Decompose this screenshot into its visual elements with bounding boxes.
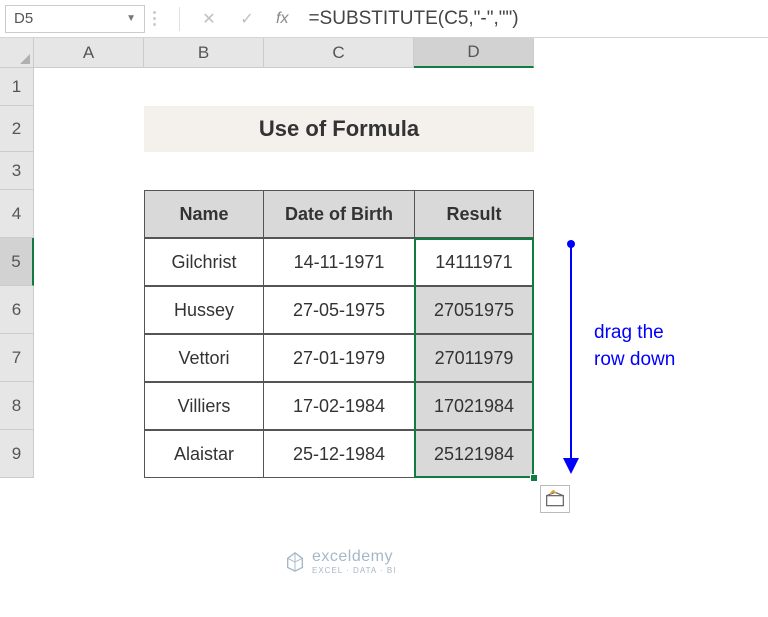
- watermark-icon: [284, 551, 306, 573]
- row-header-5[interactable]: 5: [0, 238, 34, 286]
- cell-d8[interactable]: 17021984: [414, 382, 534, 430]
- name-box-value: D5: [14, 10, 33, 27]
- cell-c7[interactable]: 27-01-1979: [263, 334, 415, 382]
- title-cell[interactable]: Use of Formula: [144, 106, 534, 152]
- watermark: exceldemy EXCEL · DATA · BI: [284, 548, 396, 575]
- fill-handle[interactable]: [530, 474, 538, 482]
- header-dob[interactable]: Date of Birth: [263, 190, 415, 238]
- cell-c5[interactable]: 14-11-1971: [263, 238, 415, 286]
- formula-bar: D5 ▼ ✕ ✓ fx =SUBSTITUTE(C5,"-",""): [0, 0, 768, 38]
- col-header-c[interactable]: C: [264, 38, 414, 68]
- dots-handle-icon[interactable]: [153, 5, 161, 33]
- formula-input[interactable]: =SUBSTITUTE(C5,"-",""): [298, 8, 763, 30]
- watermark-title: exceldemy: [312, 548, 396, 566]
- arrow-down-icon: [556, 236, 586, 478]
- cell-d6[interactable]: 27051975: [414, 286, 534, 334]
- cancel-icon[interactable]: ✕: [194, 5, 224, 33]
- fx-icon[interactable]: fx: [276, 10, 288, 28]
- row-header-3[interactable]: 3: [0, 152, 34, 190]
- grid-canvas[interactable]: Use of Formula Name Date of Birth Result…: [34, 68, 768, 608]
- cell-d9[interactable]: 25121984: [414, 430, 534, 478]
- col-header-d[interactable]: D: [414, 38, 534, 68]
- cell-c9[interactable]: 25-12-1984: [263, 430, 415, 478]
- row-header-1[interactable]: 1: [0, 68, 34, 106]
- annotation-line1: drag the: [594, 322, 664, 343]
- row-header-4[interactable]: 4: [0, 190, 34, 238]
- cell-d5[interactable]: 14111971: [414, 238, 534, 286]
- annotation-text: drag the row down: [594, 320, 675, 373]
- header-name[interactable]: Name: [144, 190, 264, 238]
- row-header-9[interactable]: 9: [0, 430, 34, 478]
- cell-b5[interactable]: Gilchrist: [144, 238, 264, 286]
- autofill-icon: [545, 490, 565, 508]
- cell-b7[interactable]: Vettori: [144, 334, 264, 382]
- cell-b8[interactable]: Villiers: [144, 382, 264, 430]
- select-all-corner[interactable]: [0, 38, 34, 68]
- cell-c6[interactable]: 27-05-1975: [263, 286, 415, 334]
- cell-b9[interactable]: Alaistar: [144, 430, 264, 478]
- cell-c8[interactable]: 17-02-1984: [263, 382, 415, 430]
- watermark-sub: EXCEL · DATA · BI: [312, 566, 396, 575]
- header-result[interactable]: Result: [414, 190, 534, 238]
- sheet-area: A B C D 1 2 3 4 5 6 7 8 9 Use of Formula…: [0, 38, 768, 608]
- divider: [179, 7, 180, 31]
- cell-b6[interactable]: Hussey: [144, 286, 264, 334]
- autofill-options-button[interactable]: [540, 485, 570, 513]
- cell-d7[interactable]: 27011979: [414, 334, 534, 382]
- row-header-2[interactable]: 2: [0, 106, 34, 152]
- col-header-b[interactable]: B: [144, 38, 264, 68]
- enter-icon[interactable]: ✓: [232, 5, 262, 33]
- row-header-7[interactable]: 7: [0, 334, 34, 382]
- annotation-line2: row down: [594, 349, 675, 370]
- column-headers: A B C D: [34, 38, 534, 68]
- row-header-6[interactable]: 6: [0, 286, 34, 334]
- row-header-8[interactable]: 8: [0, 382, 34, 430]
- row-headers: 1 2 3 4 5 6 7 8 9: [0, 68, 34, 608]
- col-header-a[interactable]: A: [34, 38, 144, 68]
- chevron-down-icon[interactable]: ▼: [126, 13, 136, 24]
- name-box[interactable]: D5 ▼: [5, 5, 145, 33]
